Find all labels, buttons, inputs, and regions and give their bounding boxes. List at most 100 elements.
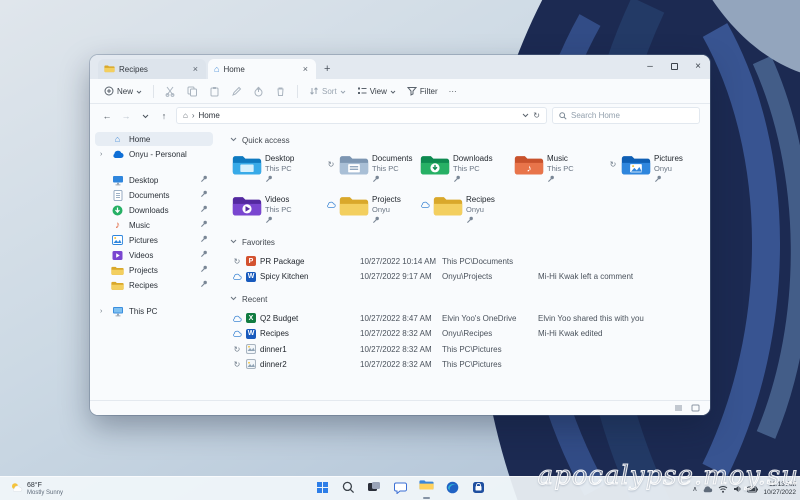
file-location: Onyu\Recipes	[442, 329, 493, 339]
file-row-q2-budget[interactable]: X Q2 Budget 10/27/2022 8:47 AM Elvin Yoo…	[230, 310, 702, 326]
address-bar[interactable]: ⌂ › Home ↻	[176, 107, 547, 124]
share-button[interactable]	[249, 84, 268, 99]
clock[interactable]: 11:13 AM 10/27/2022	[763, 481, 796, 497]
onedrive-tray-icon[interactable]	[702, 485, 713, 493]
back-button[interactable]: ←	[100, 111, 114, 121]
sidebar-item-pictures[interactable]: Pictures	[95, 233, 213, 247]
forward-button[interactable]: →	[119, 111, 133, 121]
more-options-button[interactable]: ···	[445, 85, 461, 98]
taskbar-icons	[314, 477, 487, 500]
tab-recipes[interactable]: Recipes ×	[98, 59, 206, 79]
quick-access-tile-pictures[interactable]: ↻ Pictures Onyu	[608, 152, 702, 185]
sidebar: ⌂ Home › Onyu - Personal Desktop Documen…	[90, 127, 218, 400]
sidebar-item-home[interactable]: ⌂ Home	[95, 132, 213, 146]
window-body: ⌂ Home › Onyu - Personal Desktop Documen…	[90, 127, 710, 400]
file-type-icon: W	[246, 328, 256, 339]
tray-chevron-icon[interactable]: ∧	[692, 485, 697, 493]
rename-button[interactable]	[227, 84, 246, 99]
quick-access-tile-videos[interactable]: Videos This PC	[232, 193, 326, 226]
tab-close-icon[interactable]: ×	[191, 64, 200, 74]
file-row-pr-package[interactable]: ↻ P PR Package 10/27/2022 10:14 AM This …	[230, 253, 702, 269]
section-header-quick-access[interactable]: Quick access	[230, 133, 702, 147]
sort-button[interactable]: Sort	[305, 84, 350, 98]
expander-icon[interactable]: ›	[100, 151, 106, 158]
folder-icon	[339, 193, 369, 223]
new-button[interactable]: New	[100, 84, 146, 98]
file-row-dinner1[interactable]: ↻ dinner1 10/27/2022 8:32 AM This PC\Pic…	[230, 341, 702, 357]
sidebar-item-onyu-personal[interactable]: › Onyu - Personal	[95, 147, 213, 161]
recent-locations-button[interactable]	[138, 111, 152, 121]
minimize-button[interactable]: –	[638, 55, 662, 77]
new-button-label: New	[117, 86, 134, 96]
search-input[interactable]	[571, 111, 693, 120]
file-explorer-button[interactable]	[418, 478, 435, 500]
tab-home[interactable]: ⌂ Home ×	[208, 59, 316, 79]
delete-button[interactable]	[271, 84, 290, 99]
search-button[interactable]	[340, 478, 357, 500]
tile-location: This PC	[265, 204, 292, 214]
file-date: 10/27/2022 8:47 AM	[360, 313, 432, 323]
quick-access-tile-desktop[interactable]: Desktop This PC	[232, 152, 326, 185]
sidebar-item-label: Recipes	[129, 280, 158, 290]
sidebar-item-this-pc[interactable]: › This PC	[95, 304, 213, 318]
weather-temp: 68°F	[27, 481, 42, 489]
file-row-spicy-kitchen[interactable]: W Spicy Kitchen 10/27/2022 9:17 AM Onyu\…	[230, 269, 702, 285]
sidebar-item-documents[interactable]: Documents	[95, 188, 213, 202]
explorer-window: Recipes × ⌂ Home × + – × New Sort View F…	[90, 55, 710, 415]
file-location: Elvin Yoo's OneDrive	[442, 313, 517, 323]
close-button[interactable]: ×	[686, 55, 710, 77]
tab-icon: ⌂	[214, 64, 220, 74]
wifi-icon[interactable]	[718, 485, 728, 493]
copy-button[interactable]	[183, 84, 202, 99]
file-location: Onyu\Projects	[442, 272, 493, 282]
store-button[interactable]	[470, 478, 487, 500]
pin-icon	[265, 216, 292, 227]
task-view-button[interactable]	[366, 478, 383, 500]
clock-date: 10/27/2022	[763, 489, 796, 496]
widgets-button[interactable]: 68°F Mostly Sunny	[4, 477, 69, 500]
volume-icon[interactable]	[733, 485, 742, 493]
tile-text: Desktop This PC	[265, 152, 294, 185]
up-button[interactable]: ↑	[157, 111, 171, 121]
sidebar-item-recipes[interactable]: Recipes	[95, 278, 213, 292]
section-header-recent[interactable]: Recent	[230, 292, 702, 306]
sidebar-item-icon	[111, 189, 124, 201]
quick-access-tile-downloads[interactable]: Downloads This PC	[420, 152, 514, 185]
quick-access-tile-recipes[interactable]: Recipes Onyu	[420, 193, 514, 226]
quick-access-tile-documents[interactable]: ↻ Documents This PC	[326, 152, 420, 185]
chat-button[interactable]	[392, 478, 409, 500]
new-tab-button[interactable]: +	[316, 59, 338, 79]
battery-icon[interactable]	[747, 486, 759, 493]
file-row-recipes[interactable]: W Recipes 10/27/2022 8:32 AM Onyu\Recipe…	[230, 326, 702, 342]
tab-close-icon[interactable]: ×	[301, 64, 310, 74]
expander-icon[interactable]: ›	[100, 308, 106, 315]
tile-name: Documents	[372, 154, 413, 163]
thumbnail-view-toggle[interactable]	[691, 399, 700, 415]
sidebar-item-videos[interactable]: Videos	[95, 248, 213, 262]
breadcrumb-segment[interactable]: Home	[199, 111, 220, 120]
sidebar-item-music[interactable]: ♪ Music	[95, 218, 213, 232]
refresh-icon[interactable]: ↻	[533, 111, 540, 120]
section-header-favorites[interactable]: Favorites	[230, 235, 702, 249]
sidebar-item-projects[interactable]: Projects	[95, 263, 213, 277]
cut-button[interactable]	[161, 84, 180, 99]
main-pane: Quick access Desktop This PC ↻ Documents…	[218, 127, 710, 400]
pin-icon	[200, 265, 208, 275]
edge-button[interactable]	[444, 478, 461, 500]
file-row-dinner2[interactable]: ↻ dinner2 10/27/2022 8:32 AM This PC\Pic…	[230, 357, 702, 373]
start-button[interactable]	[314, 478, 331, 500]
quick-access-tile-music[interactable]: ♪ Music This PC	[514, 152, 608, 185]
maximize-button[interactable]	[662, 55, 686, 77]
sidebar-item-desktop[interactable]: Desktop	[95, 173, 213, 187]
weather-text: 68°F Mostly Sunny	[27, 482, 63, 497]
sort-button-label: Sort	[322, 86, 337, 96]
paste-button[interactable]	[205, 84, 224, 99]
view-button[interactable]: View	[353, 84, 400, 98]
address-dropdown-icon[interactable]	[522, 113, 529, 118]
filter-button[interactable]: Filter	[403, 84, 442, 98]
search-box[interactable]	[552, 107, 700, 124]
file-type-icon: P	[246, 256, 256, 267]
details-view-toggle[interactable]	[674, 399, 683, 415]
sidebar-item-downloads[interactable]: Downloads	[95, 203, 213, 217]
quick-access-tile-projects[interactable]: Projects Onyu	[326, 193, 420, 226]
